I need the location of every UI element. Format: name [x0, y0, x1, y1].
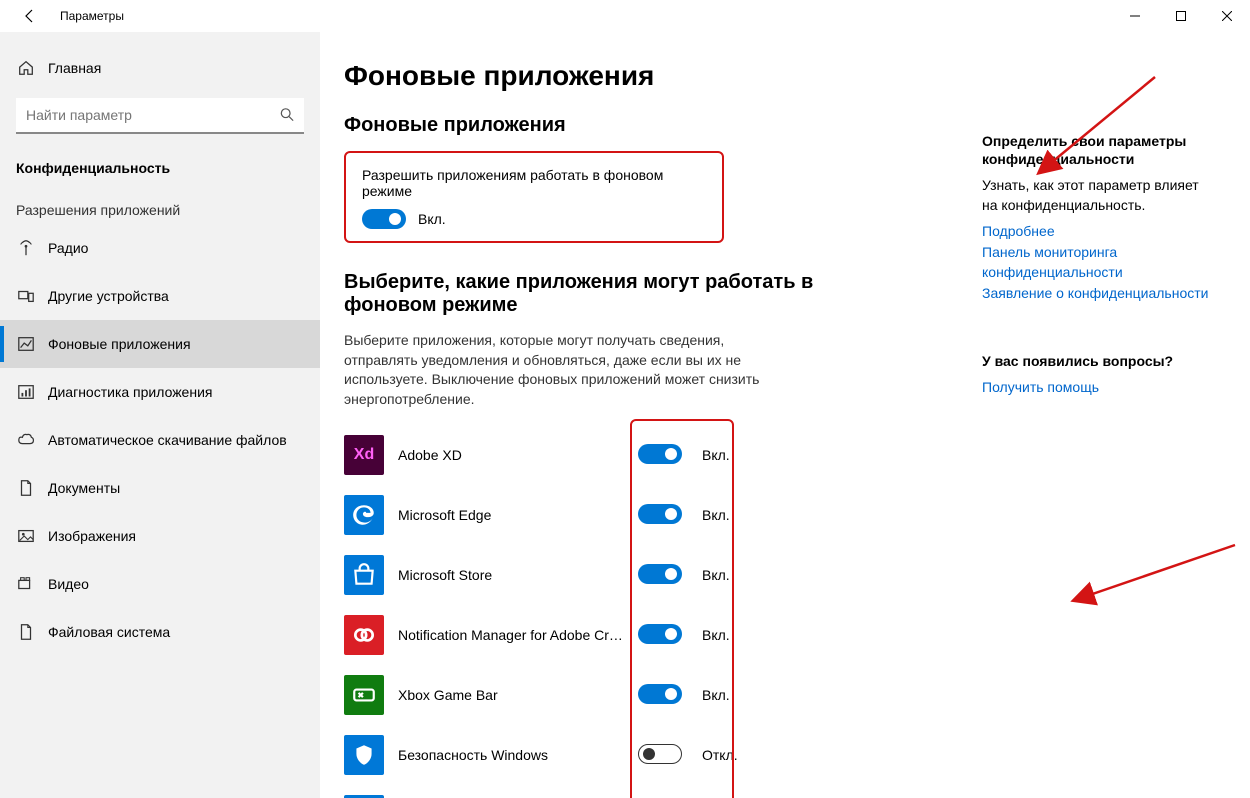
app-row: Будильники и часыВкл.	[344, 785, 984, 798]
app-row: Безопасность Windows Откл.	[344, 725, 984, 785]
app-toggle[interactable]	[638, 744, 682, 764]
aside-help-heading: У вас появились вопросы?	[982, 352, 1214, 370]
sidebar-item-label: Видео	[48, 576, 89, 592]
page-title: Фоновые приложения	[344, 60, 984, 92]
cloud-icon	[16, 430, 36, 450]
link-privacy-statement[interactable]: Заявление о конфиденциальности	[982, 284, 1214, 304]
sidebar-item-4[interactable]: Автоматическое скачивание файлов	[0, 416, 320, 464]
app-icon-edge	[344, 495, 384, 535]
app-toggle-state: Вкл.	[702, 687, 762, 703]
app-name: Adobe XD	[398, 447, 624, 463]
aside-define-heading: Определить свои параметры конфиденциальн…	[982, 132, 1214, 168]
permissions-label: Разрешения приложений	[0, 182, 320, 224]
app-toggle[interactable]	[638, 684, 682, 704]
sidebar-item-3[interactable]: Диагностика приложения	[0, 368, 320, 416]
app-toggle-state: Откл.	[702, 747, 762, 763]
search-icon	[280, 108, 294, 125]
app-row: Microsoft Store Вкл.	[344, 545, 984, 605]
back-button[interactable]	[16, 2, 44, 30]
video-icon	[16, 574, 36, 594]
sidebar-item-label: Другие устройства	[48, 288, 169, 304]
titlebar: Параметры	[0, 0, 1250, 32]
maximize-button[interactable]	[1158, 0, 1204, 32]
section-subheading: Фоновые приложения	[344, 114, 984, 137]
sidebar-item-label: Фоновые приложения	[48, 336, 191, 352]
sidebar-item-0[interactable]: Радио	[0, 224, 320, 272]
home-icon	[16, 58, 36, 78]
home-label: Главная	[48, 60, 101, 76]
sidebar-item-label: Диагностика приложения	[48, 384, 212, 400]
master-toggle-box: Разрешить приложениям работать в фоновом…	[344, 151, 724, 243]
sidebar-item-7[interactable]: Видео	[0, 560, 320, 608]
app-toggle[interactable]	[638, 444, 682, 464]
window-controls	[1112, 0, 1250, 32]
app-toggle-state: Вкл.	[702, 507, 762, 523]
main-content: Фоновые приложения Фоновые приложения Ра…	[320, 32, 1250, 798]
sidebar: Главная Конфиденциальность Разрешения пр…	[0, 32, 320, 798]
app-row: Microsoft Edge Вкл.	[344, 485, 984, 545]
diag-icon	[16, 382, 36, 402]
app-name: Microsoft Edge	[398, 507, 624, 523]
sidebar-item-label: Радио	[48, 240, 88, 256]
sidebar-item-label: Файловая система	[48, 624, 170, 640]
aside-define-text: Узнать, как этот параметр влияет на конф…	[982, 176, 1214, 215]
app-row: Xd Adobe XD Вкл.	[344, 425, 984, 485]
close-button[interactable]	[1204, 0, 1250, 32]
app-row: Notification Manager for Adobe Cre… Вкл.	[344, 605, 984, 665]
app-toggle[interactable]	[638, 624, 682, 644]
sidebar-item-8[interactable]: Файловая система	[0, 608, 320, 656]
app-icon-xbox	[344, 675, 384, 715]
app-icon-cc	[344, 615, 384, 655]
link-get-help[interactable]: Получить помощь	[982, 378, 1214, 398]
sidebar-section-label: Конфиденциальность	[0, 146, 320, 182]
link-dashboard[interactable]: Панель мониторинга конфиденциальности	[982, 243, 1214, 282]
annotation-arrow-2	[1060, 540, 1240, 620]
doc-icon	[16, 622, 36, 642]
sidebar-home[interactable]: Главная	[0, 46, 320, 90]
choose-heading: Выберите, какие приложения могут работат…	[344, 271, 844, 317]
image-icon	[16, 526, 36, 546]
window-title: Параметры	[60, 9, 124, 23]
app-toggle-state: Вкл.	[702, 627, 762, 643]
aside: Определить свои параметры конфиденциальн…	[982, 132, 1214, 398]
sidebar-item-1[interactable]: Другие устройства	[0, 272, 320, 320]
app-toggle[interactable]	[638, 504, 682, 524]
app-icon-store	[344, 555, 384, 595]
devices-icon	[16, 286, 36, 306]
app-icon-sec	[344, 735, 384, 775]
app-name: Xbox Game Bar	[398, 687, 624, 703]
app-name: Microsoft Store	[398, 567, 624, 583]
sidebar-item-6[interactable]: Изображения	[0, 512, 320, 560]
antenna-icon	[16, 238, 36, 258]
app-name: Notification Manager for Adobe Cre…	[398, 627, 624, 643]
sidebar-item-label: Изображения	[48, 528, 136, 544]
sidebar-item-2[interactable]: Фоновые приложения	[0, 320, 320, 368]
sidebar-item-label: Автоматическое скачивание файлов	[48, 432, 287, 448]
app-toggle-state: Вкл.	[702, 447, 762, 463]
app-name: Безопасность Windows	[398, 747, 624, 763]
doc-icon	[16, 478, 36, 498]
minimize-button[interactable]	[1112, 0, 1158, 32]
app-icon-xd: Xd	[344, 435, 384, 475]
app-toggle-state: Вкл.	[702, 567, 762, 583]
sidebar-item-5[interactable]: Документы	[0, 464, 320, 512]
search-input[interactable]	[16, 98, 304, 134]
sidebar-item-label: Документы	[48, 480, 120, 496]
search-box	[16, 98, 304, 134]
app-row: Xbox Game Bar Вкл.	[344, 665, 984, 725]
master-toggle-state: Вкл.	[418, 211, 446, 227]
choose-help-text: Выберите приложения, которые могут получ…	[344, 331, 784, 409]
master-toggle[interactable]	[362, 209, 406, 229]
master-toggle-label: Разрешить приложениям работать в фоновом…	[362, 167, 706, 199]
chart-icon	[16, 334, 36, 354]
link-more[interactable]: Подробнее	[982, 222, 1214, 242]
app-toggle[interactable]	[638, 564, 682, 584]
